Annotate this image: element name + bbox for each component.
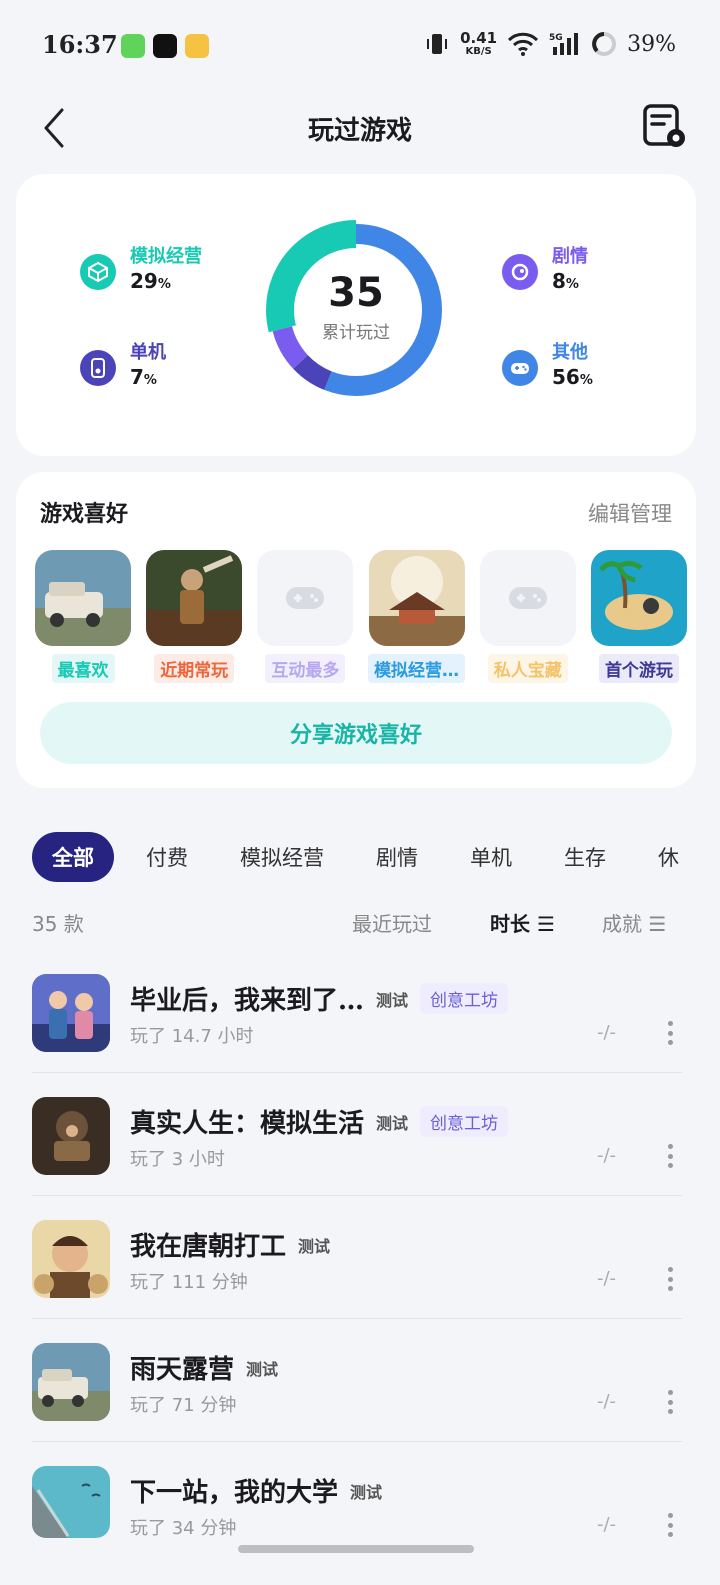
play-stats-card: 模拟经营 29% 单机 7% 35 累计玩过 剧情 8% 其他 56% bbox=[16, 174, 696, 456]
edit-manage-link[interactable]: 编辑管理 bbox=[588, 498, 672, 528]
game-thumbnail bbox=[32, 1220, 110, 1298]
game-row[interactable]: 毕业后，我来到了… 测试 创意工坊 玩了 14.7 小时 -/- bbox=[32, 950, 682, 1073]
play-time: 玩了 34 分钟 bbox=[130, 1518, 237, 1538]
more-options-icon[interactable] bbox=[658, 1018, 682, 1048]
battery-percent: 39% bbox=[627, 31, 676, 57]
achievement-score: -/- bbox=[597, 1514, 617, 1535]
warrior-game-thumbnail bbox=[146, 550, 243, 646]
play-time: 玩了 14.7 小时 bbox=[130, 1026, 254, 1047]
game-row[interactable]: 雨天露营 测试 玩了 71 分钟 -/- bbox=[32, 1319, 682, 1442]
pref-most-interactive[interactable]: 互动最多 bbox=[256, 550, 354, 683]
notes-app-icon bbox=[185, 34, 209, 58]
game-row[interactable]: 下一站，我的大学 测试 玩了 34 分钟 -/- bbox=[32, 1442, 682, 1538]
status-bar: 16:37 0.41 KB/S 5G 39% bbox=[0, 0, 720, 92]
workshop-tag: 创意工坊 bbox=[420, 1106, 509, 1137]
stat-other: 其他 56% bbox=[502, 342, 593, 394]
messages-app-icon bbox=[121, 34, 145, 58]
tab-all[interactable]: 全部 bbox=[32, 832, 114, 882]
game-thumbnail bbox=[32, 1466, 110, 1538]
game-name: 下一站，我的大学 bbox=[130, 1478, 339, 1508]
tab-casual[interactable]: 休 bbox=[638, 832, 699, 882]
game-row[interactable]: 我在唐朝打工 测试 玩了 111 分钟 -/- bbox=[32, 1196, 682, 1319]
story-icon bbox=[502, 254, 538, 290]
test-tag: 测试 bbox=[376, 990, 409, 1010]
more-options-icon[interactable] bbox=[658, 1264, 682, 1294]
game-list: 毕业后，我来到了… 测试 创意工坊 玩了 14.7 小时 -/- 真实人生：模拟… bbox=[32, 950, 682, 1538]
status-time: 16:37 bbox=[42, 30, 118, 59]
achievement-score: -/- bbox=[597, 1145, 617, 1166]
sort-bar: 35 款 最近玩过 时长 ☰ 成就 ☰ bbox=[32, 900, 682, 944]
pref-recent[interactable]: 近期常玩 bbox=[145, 550, 243, 683]
achievement-score: -/- bbox=[597, 1268, 617, 1289]
stat-simulation: 模拟经营 29% bbox=[80, 246, 202, 298]
game-name: 毕业后，我来到了… bbox=[130, 986, 365, 1016]
game-name: 真实人生：模拟生活 bbox=[130, 1109, 365, 1139]
tiktok-app-icon bbox=[153, 34, 177, 58]
play-time: 玩了 111 分钟 bbox=[130, 1272, 248, 1293]
test-tag: 测试 bbox=[246, 1359, 279, 1379]
more-options-icon[interactable] bbox=[658, 1141, 682, 1171]
page-title: 玩过游戏 bbox=[307, 116, 412, 146]
game-thumbnail bbox=[32, 974, 110, 1052]
sort-recent[interactable]: 最近玩过 bbox=[352, 908, 432, 937]
tab-survival[interactable]: 生存 bbox=[544, 832, 626, 882]
sort-achievements[interactable]: 成就 ☰ bbox=[602, 908, 666, 937]
achievement-score: -/- bbox=[597, 1022, 617, 1043]
battery-ring-icon bbox=[592, 32, 617, 56]
top-bar: 玩过游戏 bbox=[0, 92, 720, 164]
game-name: 我在唐朝打工 bbox=[130, 1232, 287, 1262]
genre-tabs: 全部 付费 模拟经营 剧情 单机 生存 休 bbox=[32, 832, 720, 882]
gamepad-placeholder-icon bbox=[479, 550, 576, 646]
achievement-score: -/- bbox=[597, 1391, 617, 1412]
play-time: 玩了 3 小时 bbox=[130, 1149, 225, 1170]
signal-5g-icon: 5G bbox=[549, 33, 579, 55]
net-speed: 0.41 KB/S bbox=[460, 29, 498, 57]
single-player-icon bbox=[80, 350, 116, 386]
share-preferences-button[interactable]: 分享游戏喜好 bbox=[40, 702, 672, 764]
test-tag: 测试 bbox=[376, 1113, 409, 1133]
game-row[interactable]: 真实人生：模拟生活 测试 创意工坊 玩了 3 小时 -/- bbox=[32, 1073, 682, 1196]
list-settings-button[interactable] bbox=[640, 102, 690, 152]
more-options-icon[interactable] bbox=[658, 1387, 682, 1417]
island-game-thumbnail bbox=[590, 550, 687, 646]
cube-icon bbox=[80, 254, 116, 290]
tab-story[interactable]: 剧情 bbox=[356, 832, 438, 882]
genre-donut-chart: 35 累计玩过 bbox=[258, 212, 454, 408]
status-app-icons bbox=[121, 34, 209, 58]
camping-game-thumbnail bbox=[35, 550, 131, 646]
test-tag: 测试 bbox=[298, 1236, 331, 1256]
status-indicators: 0.41 KB/S 5G 39% bbox=[424, 30, 676, 58]
stat-single-player: 单机 7% bbox=[80, 342, 166, 394]
pref-simulation[interactable]: 模拟经营… bbox=[368, 550, 466, 683]
stat-story: 剧情 8% bbox=[502, 246, 588, 298]
pref-private-treasure[interactable]: 私人宝藏 bbox=[479, 550, 577, 683]
palace-game-thumbnail bbox=[368, 550, 465, 646]
gamepad-icon bbox=[502, 350, 538, 386]
preferences-title: 游戏喜好 bbox=[40, 502, 129, 527]
home-indicator[interactable] bbox=[238, 1545, 474, 1553]
tab-paid[interactable]: 付费 bbox=[126, 832, 208, 882]
gamepad-placeholder-icon bbox=[257, 550, 354, 646]
total-played-label: 累计玩过 bbox=[322, 323, 390, 343]
test-tag: 测试 bbox=[350, 1482, 383, 1502]
total-played-count: 35 bbox=[328, 270, 384, 316]
game-thumbnail bbox=[32, 1343, 110, 1421]
game-count: 35 款 bbox=[32, 912, 84, 936]
wifi-icon bbox=[508, 32, 539, 56]
preference-list: 最喜欢 近期常玩 互动最多 模拟经营… 私人宝藏 首个游玩 bbox=[34, 550, 688, 683]
tab-single-player[interactable]: 单机 bbox=[450, 832, 532, 882]
workshop-tag: 创意工坊 bbox=[420, 983, 509, 1014]
game-name: 雨天露营 bbox=[130, 1355, 235, 1385]
tab-simulation[interactable]: 模拟经营 bbox=[220, 832, 344, 882]
svg-text:5G: 5G bbox=[549, 33, 563, 43]
game-preferences-card: 游戏喜好 编辑管理 最喜欢 近期常玩 互动最多 模拟经营… 私人宝藏 首个游玩 … bbox=[16, 472, 696, 788]
play-time: 玩了 71 分钟 bbox=[130, 1395, 237, 1416]
more-options-icon[interactable] bbox=[658, 1510, 682, 1538]
list-settings-icon bbox=[643, 104, 685, 147]
pref-first-played[interactable]: 首个游玩 bbox=[590, 550, 688, 683]
pref-favorite[interactable]: 最喜欢 bbox=[34, 550, 132, 683]
vibrate-icon bbox=[427, 34, 448, 54]
game-thumbnail bbox=[32, 1097, 110, 1175]
sort-duration[interactable]: 时长 ☰ bbox=[490, 908, 555, 937]
